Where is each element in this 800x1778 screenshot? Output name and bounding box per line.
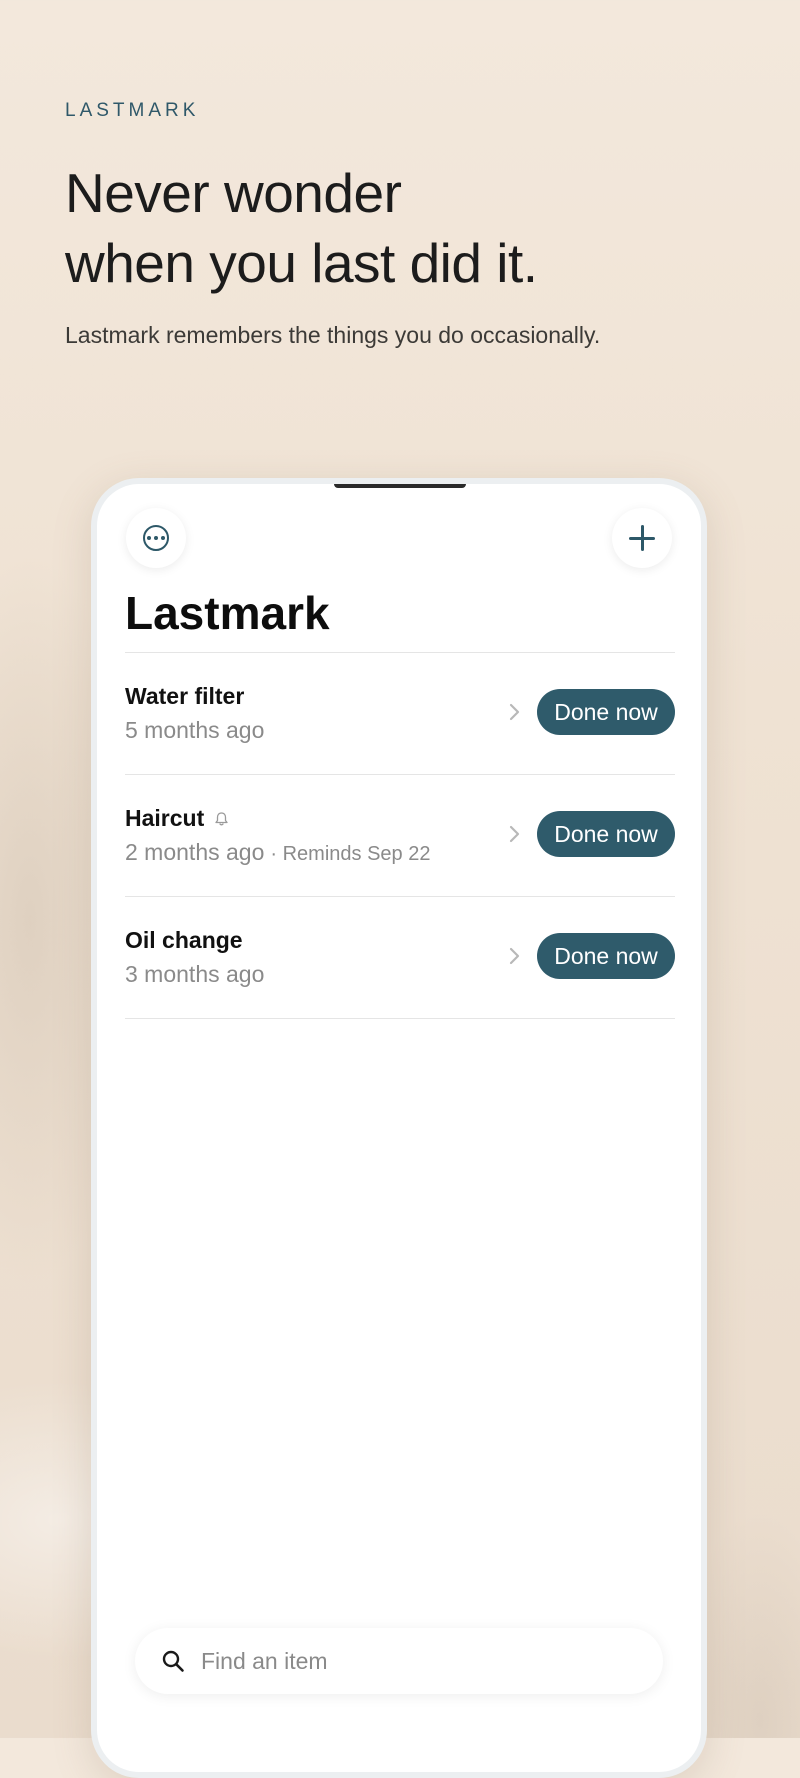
search-icon bbox=[162, 1650, 184, 1672]
hero-subline: Lastmark remembers the things you do occ… bbox=[65, 322, 601, 348]
app-title: Lastmark bbox=[125, 587, 330, 639]
item-title-text: Haircut bbox=[125, 805, 205, 831]
search-bar[interactable] bbox=[135, 1628, 663, 1694]
add-item-button[interactable] bbox=[612, 508, 672, 568]
item-last-done-text: 5 months ago bbox=[125, 717, 265, 743]
item-last-done: 3 months ago bbox=[125, 961, 264, 988]
item-last-done-text: 3 months ago bbox=[125, 961, 265, 987]
headline-line-2: when you last did it. bbox=[65, 232, 538, 294]
item-last-done: 2 months ago · Reminds Sep 22 bbox=[125, 839, 430, 866]
item-title: Haircut bbox=[125, 805, 229, 832]
plus-icon bbox=[629, 525, 655, 551]
item-title-text: Oil change bbox=[125, 927, 243, 953]
headline-line-1: Never wonder bbox=[65, 162, 402, 224]
item-title: Water filter bbox=[125, 683, 244, 710]
item-last-done-text: 2 months ago bbox=[125, 839, 265, 865]
list-item-oil-change[interactable]: Oil change 3 months ago Done now bbox=[125, 897, 675, 1019]
more-icon bbox=[143, 525, 169, 551]
list-item-water-filter[interactable]: Water filter 5 months ago Done now bbox=[125, 653, 675, 775]
chevron-right-icon[interactable] bbox=[503, 701, 525, 723]
items-list: Water filter 5 months ago Done now Hairc… bbox=[125, 652, 675, 1019]
more-options-button[interactable] bbox=[126, 508, 186, 568]
item-title-text: Water filter bbox=[125, 683, 245, 709]
brand-label: LASTMARK bbox=[65, 100, 200, 121]
item-reminder-text: · Reminds Sep 22 bbox=[270, 843, 431, 865]
done-now-button[interactable]: Done now bbox=[537, 689, 675, 735]
phone-notch bbox=[334, 484, 466, 488]
done-now-button[interactable]: Done now bbox=[537, 811, 675, 857]
bell-icon bbox=[214, 811, 229, 827]
search-input[interactable] bbox=[199, 1646, 623, 1676]
chevron-right-icon[interactable] bbox=[503, 945, 525, 967]
chevron-right-icon[interactable] bbox=[503, 823, 525, 845]
hero-headline: Never wonder when you last did it. bbox=[65, 158, 538, 298]
list-item-haircut[interactable]: Haircut 2 months ago · Reminds Sep 22 Do… bbox=[125, 775, 675, 897]
phone-mockup: Lastmark Water filter 5 months ago Done … bbox=[91, 478, 707, 1778]
done-now-button[interactable]: Done now bbox=[537, 933, 675, 979]
item-title: Oil change bbox=[125, 927, 243, 954]
item-last-done: 5 months ago bbox=[125, 717, 264, 744]
